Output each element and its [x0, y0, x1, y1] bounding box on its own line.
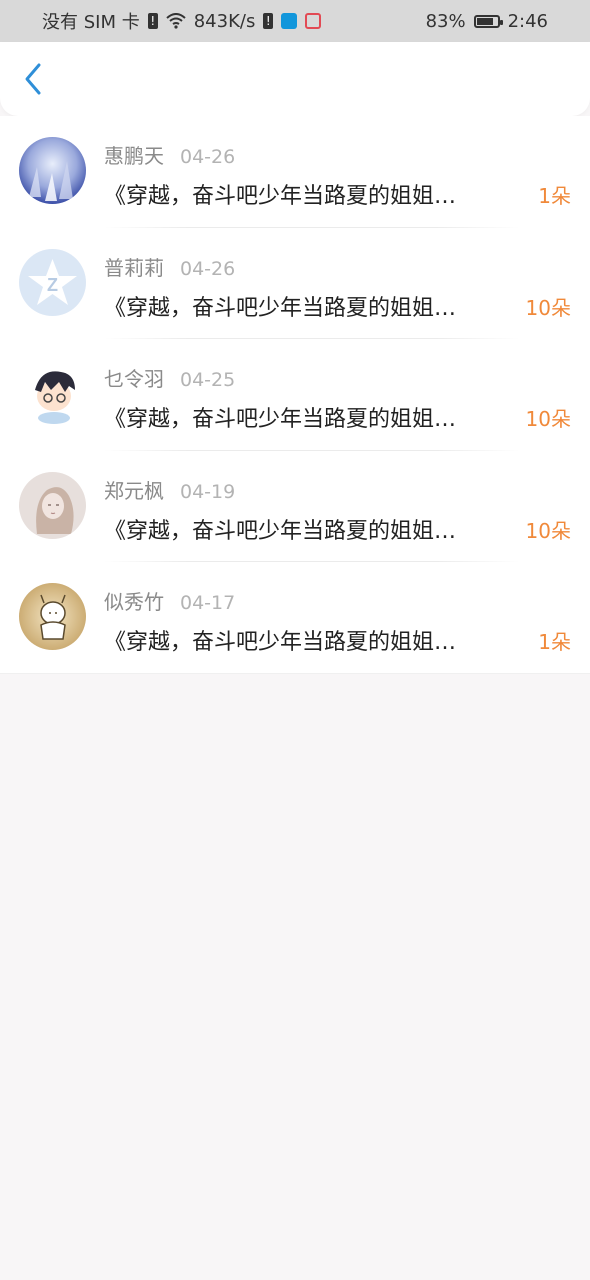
app-notification-icon [281, 13, 298, 29]
list-item[interactable]: Z 普莉莉 04-26 《穿越，奋斗吧少年当路夏的姐姐… 10朵 [0, 228, 590, 339]
flower-count: 1朵 [538, 630, 571, 654]
name-line: 惠鹏天 04-26 [104, 140, 235, 169]
clock: 2:46 [507, 10, 548, 32]
list-item[interactable]: 似秀竹 04-17 《穿越，奋斗吧少年当路夏的姐姐… 1朵 [0, 562, 590, 674]
network-speed: 843K/s [193, 10, 256, 32]
avatar[interactable]: Z [19, 248, 86, 316]
flower-count: 10朵 [525, 407, 571, 431]
back-button[interactable] [18, 63, 48, 95]
date: 04-25 [180, 369, 236, 391]
avatar[interactable] [19, 583, 86, 650]
user-name: 似秀竹 [104, 590, 164, 614]
svg-text:Z: Z [47, 275, 58, 295]
status-left: 没有 SIM 卡 ! 843K/s ! [42, 8, 322, 34]
date: 04-17 [180, 592, 236, 614]
user-name: 乜令羽 [104, 367, 164, 391]
date: 04-26 [180, 257, 236, 280]
user-name: 郑元枫 [104, 478, 164, 503]
name-line: 郑元枫 04-19 [104, 475, 235, 504]
user-name: 普莉莉 [104, 255, 164, 280]
list-item[interactable]: 乜令羽 04-25 《穿越，奋斗吧少年当路夏的姐姐… 10朵 [0, 339, 590, 451]
book-title: 《穿越，奋斗吧少年当路夏的姐姐… [104, 407, 457, 432]
notification-alert-icon: ! [263, 13, 274, 29]
book-title: 《穿越，奋斗吧少年当路夏的姐姐… [104, 295, 457, 321]
book-title: 《穿越，奋斗吧少年当路夏的姐姐… [104, 518, 457, 544]
book-title: 《穿越，奋斗吧少年当路夏的姐姐… [104, 630, 457, 655]
flower-count: 10朵 [525, 518, 571, 543]
list-item[interactable]: 惠鹏天 04-26 《穿越，奋斗吧少年当路夏的姐姐… 1朵 [0, 116, 590, 228]
battery-icon [473, 14, 503, 28]
name-line: 普莉莉 04-26 [104, 252, 235, 281]
name-line: 乜令羽 04-25 [104, 363, 235, 392]
battery-fill [476, 17, 494, 25]
chevron-left-icon [25, 63, 41, 95]
status-right: 83% 2:46 [426, 11, 548, 32]
avatar[interactable] [19, 360, 86, 427]
sim-alert-icon: ! [147, 13, 158, 29]
book-notification-icon [305, 13, 322, 29]
user-name: 惠鹏天 [104, 144, 164, 168]
gift-list: 惠鹏天 04-26 《穿越，奋斗吧少年当路夏的姐姐… 1朵 Z 普莉莉 04-2… [0, 116, 590, 674]
book-title: 《穿越，奋斗吧少年当路夏的姐姐… [104, 184, 457, 209]
battery-percent: 83% [425, 10, 466, 32]
name-line: 似秀竹 04-17 [104, 586, 235, 615]
flower-count: 10朵 [525, 295, 571, 320]
header [0, 42, 590, 116]
date: 04-26 [180, 146, 236, 168]
avatar[interactable] [19, 471, 86, 539]
avatar[interactable] [19, 137, 86, 204]
wifi-icon [166, 13, 186, 29]
divider [0, 672, 590, 674]
date: 04-19 [180, 480, 236, 503]
sim-status: 没有 SIM 卡 [42, 12, 140, 33]
status-bar: 没有 SIM 卡 ! 843K/s ! 83% 2:46 [0, 0, 590, 42]
flower-count: 1朵 [538, 184, 571, 208]
list-item[interactable]: 郑元枫 04-19 《穿越，奋斗吧少年当路夏的姐姐… 10朵 [0, 451, 590, 562]
